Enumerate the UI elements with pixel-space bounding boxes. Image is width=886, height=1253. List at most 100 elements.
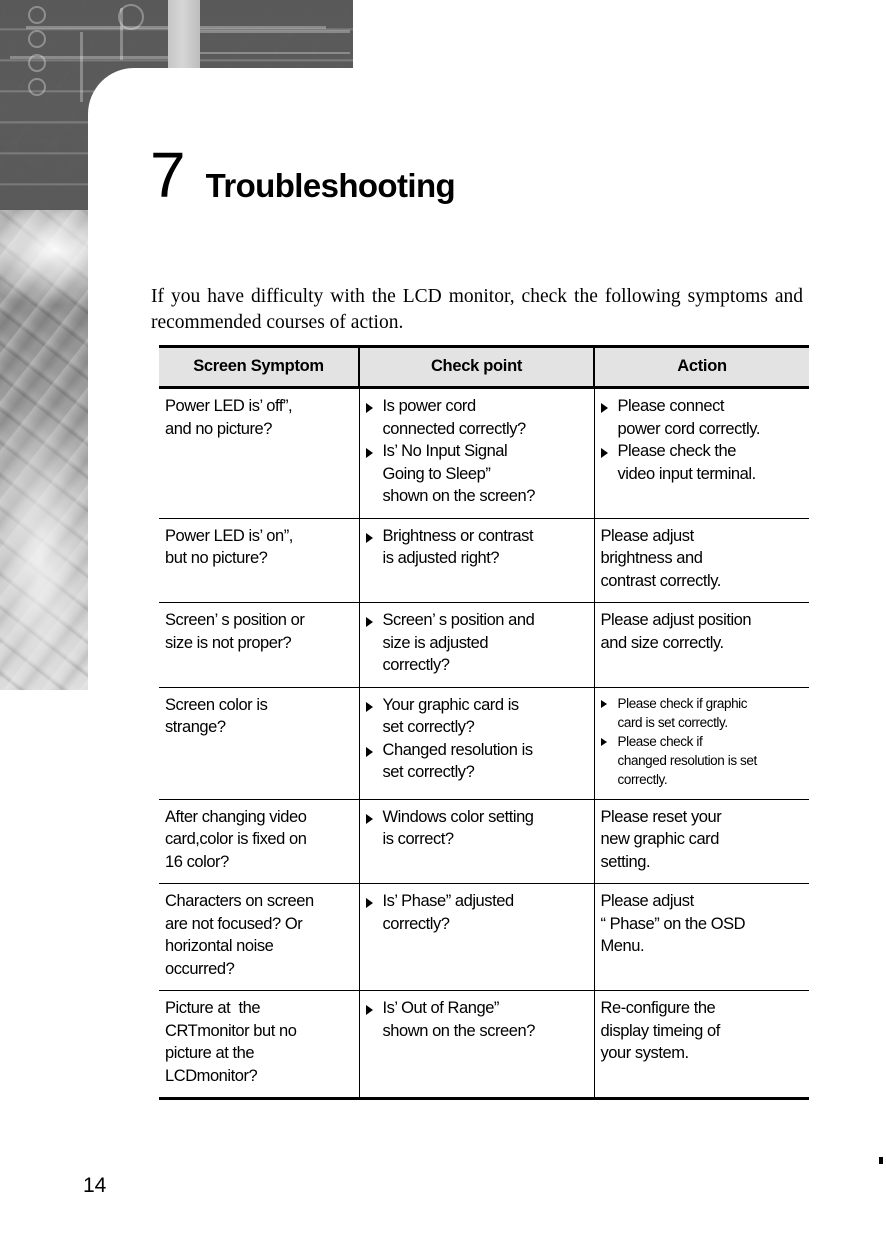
text-line: card is set correctly. — [617, 714, 729, 730]
list-item: Please check if changed resolution is set… — [600, 732, 804, 789]
text-line: and no picture? — [165, 419, 273, 438]
text-line: correctly. — [617, 771, 668, 787]
cell-screen-symptom: After changing video card,color is fixed … — [159, 799, 359, 884]
text-line: power cord correctly. — [617, 419, 761, 438]
triangle-bullet-icon — [365, 701, 373, 712]
text-line: Re-configure the — [600, 999, 716, 1017]
cell-screen-symptom: Screen color is strange? — [159, 687, 359, 800]
triangle-bullet-icon — [365, 448, 373, 458]
page-number: 14 — [83, 1174, 107, 1197]
triangle-bullet-icon — [600, 699, 607, 708]
text-line: Is power cord — [382, 397, 477, 415]
text-line: Please adjust — [600, 892, 695, 910]
cell-screen-symptom: Power LED is’ on”, but no picture? — [159, 518, 359, 603]
text-line: new graphic card — [600, 830, 720, 848]
text-line: your system. — [600, 1044, 690, 1062]
text-line: Going to Sleep” — [382, 464, 491, 483]
bullet-list: Is’ Out of Range” shown on the screen? — [365, 997, 588, 1042]
cell-check-point: Is power cord connected correctly? Is’ No … — [358, 387, 594, 519]
triangle-bullet-icon — [365, 617, 373, 627]
text-line: CRTmonitor but no — [165, 1021, 297, 1040]
column-header-action: Action — [593, 345, 809, 389]
text-line: Is’ Phase” adjusted — [382, 892, 515, 910]
text-line: Please adjust position — [600, 611, 752, 629]
text-line: Menu. — [600, 937, 645, 955]
corner-registration-mark — [879, 1157, 883, 1164]
text-line: Screen’ s position and — [382, 611, 535, 629]
triangle-bullet-icon — [365, 403, 373, 413]
bullet-list: Your graphic card is set correctly? Change… — [365, 694, 588, 784]
list-item: Changed resolution is set correctly? — [365, 739, 588, 784]
list-item: Your graphic card is set correctly? — [365, 694, 588, 739]
triangle-bullet-icon — [365, 746, 373, 757]
text-line: and size correctly. — [600, 633, 725, 652]
list-item: Brightness or contrast is adjusted right? — [365, 525, 588, 570]
text-line: picture at the — [165, 1044, 255, 1062]
page-content: 7 Troubleshooting If you have difficulty… — [0, 0, 886, 1253]
text-line: size is not proper? — [165, 633, 292, 652]
text-line: card,color is fixed on — [165, 830, 307, 848]
text-line: shown on the screen? — [382, 487, 536, 505]
table-row: Screen’ s position or size is not proper?… — [159, 602, 809, 688]
text-line: size is adjusted — [382, 633, 489, 652]
text-line: Brightness or contrast — [382, 526, 534, 545]
text-line: video input terminal. — [617, 464, 757, 483]
list-item: Is’ Out of Range” shown on the screen? — [365, 997, 588, 1042]
triangle-bullet-icon — [600, 737, 607, 746]
text-line: Is’ Out of Range” — [382, 999, 500, 1017]
text-line: brightness and — [600, 549, 703, 567]
text-line: Please reset your — [600, 807, 722, 826]
table-row: Power LED is’ on”, but no picture? Brightn… — [159, 518, 809, 603]
text-line: Picture at the — [165, 999, 261, 1017]
triangle-bullet-icon — [365, 898, 373, 908]
cell-check-point: Windows color setting is correct? — [358, 799, 594, 884]
cell-screen-symptom: Picture at the CRTmonitor but no picture a… — [159, 990, 359, 1100]
text-line: connected correctly? — [382, 419, 527, 438]
triangle-bullet-icon — [365, 813, 373, 824]
triangle-bullet-icon — [600, 403, 608, 413]
triangle-bullet-icon — [600, 448, 608, 458]
text-line: Changed resolution is — [382, 740, 534, 759]
list-item: Please connect power cord correctly. — [600, 395, 804, 440]
text-line: Screen’ s position or — [165, 611, 305, 629]
page-title: Troubleshooting — [205, 167, 456, 204]
text-line: changed resolution is set — [617, 752, 758, 768]
text-line: set correctly? — [382, 718, 475, 736]
text-line: After changing video — [165, 807, 307, 826]
triangle-bullet-icon — [365, 1005, 373, 1015]
bullet-list: Brightness or contrast is adjusted right? — [365, 525, 588, 570]
cell-action: Please adjust “ Phase” on the OSD Menu. — [593, 883, 809, 991]
text-line: Your graphic card is — [382, 695, 520, 714]
text-line: Power LED is’ on”, — [165, 526, 293, 545]
cell-screen-symptom: Power LED is’ off”, and no picture? — [159, 387, 359, 519]
text-line: strange? — [165, 718, 226, 736]
text-line: contrast correctly. — [600, 571, 722, 590]
list-item: Is power cord connected correctly? — [365, 395, 588, 440]
cell-action: Please reset your new graphic card setting… — [593, 799, 809, 884]
text-line: Screen color is — [165, 695, 268, 714]
text-line: occurred? — [165, 959, 235, 978]
text-line: Please check the — [617, 442, 737, 460]
table-row: Characters on screen are not focused? Or h… — [159, 883, 809, 991]
text-line: setting. — [600, 852, 651, 871]
cell-action: Please connect power cord correctly. Pleas… — [593, 387, 809, 519]
list-item: Please check if graphic card is set corre… — [600, 694, 804, 732]
cell-screen-symptom: Characters on screen are not focused? Or h… — [159, 883, 359, 991]
triangle-bullet-icon — [365, 532, 373, 543]
column-header-screen-symptom: Screen Symptom — [159, 345, 359, 389]
list-item: Windows color setting is correct? — [365, 806, 588, 851]
table-row: Picture at the CRTmonitor but no picture a… — [159, 990, 809, 1100]
cell-screen-symptom: Screen’ s position or size is not proper? — [159, 602, 359, 688]
text-line: are not focused? Or — [165, 914, 303, 933]
text-line: Windows color setting — [382, 807, 534, 826]
list-item: Please check the video input terminal. — [600, 440, 804, 485]
cell-check-point: Is’ Out of Range” shown on the screen? — [358, 990, 594, 1100]
table-row: After changing video card,color is fixed … — [159, 799, 809, 884]
text-line: is correct? — [382, 830, 455, 848]
cell-check-point: Brightness or contrast is adjusted right? — [358, 518, 594, 603]
table-row: Screen color is strange? Your graphic card… — [159, 687, 809, 800]
chapter-heading: 7 Troubleshooting — [150, 143, 456, 207]
bullet-list: Please connect power cord correctly. Pleas… — [600, 395, 804, 485]
table-body: Power LED is’ off”, and no picture? Is pow… — [159, 387, 809, 1100]
text-line: “ Phase” on the OSD — [600, 914, 746, 933]
